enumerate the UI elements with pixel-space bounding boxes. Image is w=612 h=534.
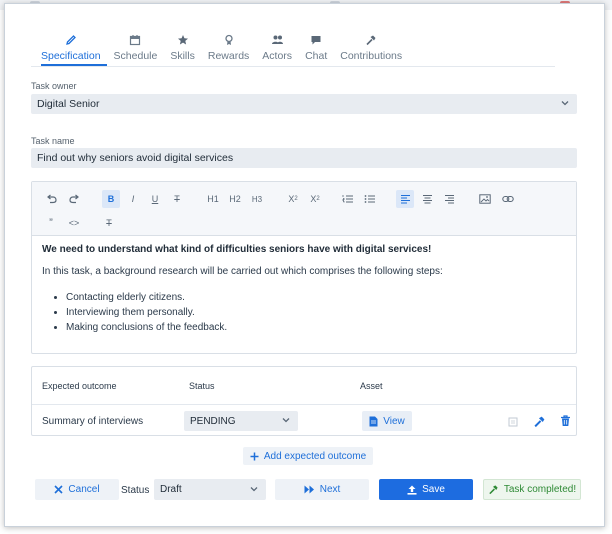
task-owner-value: Digital Senior: [37, 98, 100, 110]
undo-icon[interactable]: [42, 190, 60, 208]
task-name-input[interactable]: Find out why seniors avoid digital servi…: [31, 148, 577, 168]
chevron-down-icon: [280, 414, 292, 429]
heading3-button[interactable]: H3: [248, 190, 266, 208]
task-status-value: Draft: [160, 484, 182, 495]
column-header-asset: Asset: [360, 381, 383, 391]
star-icon: [177, 32, 189, 48]
align-center-icon[interactable]: [418, 190, 436, 208]
column-header-status: Status: [189, 381, 215, 391]
image-icon[interactable]: [476, 190, 494, 208]
award-icon: [223, 32, 235, 48]
tab-bar: Specification Schedule Skills Rewards Ac…: [41, 32, 415, 66]
tab-label: Specification: [41, 50, 101, 62]
divider: [31, 66, 555, 67]
outcome-status-value: PENDING: [190, 415, 236, 427]
upload-file-icon[interactable]: [506, 414, 520, 428]
blockquote-button[interactable]: ”: [42, 214, 60, 232]
next-button[interactable]: Next: [275, 479, 369, 500]
task-status-select[interactable]: Draft: [154, 479, 266, 500]
list-item: Interviewing them personally.: [66, 305, 562, 320]
tab-label: Contributions: [340, 50, 403, 62]
tab-actors[interactable]: Actors: [262, 32, 292, 66]
ordered-list-icon[interactable]: [339, 190, 357, 208]
tab-label: Actors: [262, 50, 293, 62]
fast-forward-icon: [304, 485, 315, 494]
description-lead: We need to understand what kind of diffi…: [42, 244, 432, 255]
trash-icon[interactable]: [558, 414, 572, 428]
next-label: Next: [319, 484, 341, 495]
calendar-icon: [129, 32, 141, 48]
save-label: Save: [422, 484, 445, 495]
view-asset-label: View: [383, 415, 405, 427]
task-completed-label: Task completed!: [503, 484, 577, 495]
tab-schedule[interactable]: Schedule: [113, 32, 158, 66]
task-name-label: Task name: [31, 136, 75, 146]
hammer-icon[interactable]: [532, 414, 546, 428]
align-right-icon[interactable]: [440, 190, 458, 208]
list-item: Contacting elderly citizens.: [66, 290, 562, 305]
users-icon: [271, 32, 284, 48]
document-icon: [369, 416, 378, 427]
heading1-button[interactable]: H1: [204, 190, 222, 208]
code-button[interactable]: <>: [65, 214, 83, 232]
hammer-icon: [488, 484, 499, 495]
chat-icon: [310, 32, 322, 48]
chevron-down-icon: [248, 483, 260, 498]
task-owner-label: Task owner: [31, 81, 77, 91]
tab-label: Chat: [305, 50, 328, 62]
tab-rewards[interactable]: Rewards: [208, 32, 249, 66]
tab-skills[interactable]: Skills: [170, 32, 195, 66]
task-dialog: Specification Schedule Skills Rewards Ac…: [4, 3, 605, 527]
tab-specification[interactable]: Specification: [41, 32, 101, 66]
bold-button[interactable]: B: [102, 190, 120, 208]
clear-format-button[interactable]: T: [100, 214, 118, 232]
link-icon[interactable]: [499, 190, 517, 208]
divider: [32, 404, 576, 405]
superscript-mark: 2: [316, 196, 320, 202]
heading2-button[interactable]: H2: [226, 190, 244, 208]
outcome-status-select[interactable]: PENDING: [184, 411, 298, 431]
underline-button[interactable]: U: [146, 190, 164, 208]
tab-label: Rewards: [207, 50, 250, 62]
superscript-button[interactable]: X2: [306, 190, 324, 208]
editor-content: We need to understand what kind of diffi…: [42, 244, 562, 335]
steps-list: Contacting elderly citizens. Interviewin…: [42, 290, 562, 335]
pencil-icon: [65, 32, 77, 48]
status-label: Status: [121, 485, 150, 496]
description-editor[interactable]: B I U T H1 H2 H3 X2 X2 ” <> T We need to…: [31, 181, 577, 354]
add-expected-outcome-label: Add expected outcome: [263, 450, 367, 462]
save-button[interactable]: Save: [379, 479, 473, 500]
column-header-outcome: Expected outcome: [42, 381, 117, 391]
task-completed-button[interactable]: Task completed!: [483, 479, 581, 500]
redo-icon[interactable]: [65, 190, 83, 208]
plus-icon: [250, 452, 259, 461]
list-item: Making conclusions of the feedback.: [66, 320, 562, 335]
tab-label: Skills: [170, 50, 195, 62]
italic-button[interactable]: I: [124, 190, 142, 208]
upload-icon: [407, 485, 417, 495]
subscript-button[interactable]: X2: [284, 190, 302, 208]
align-left-icon[interactable]: [396, 190, 414, 208]
editor-toolbar: B I U T H1 H2 H3 X2 X2 ” <> T: [32, 182, 576, 236]
cancel-button[interactable]: Cancel: [35, 479, 119, 500]
subscript-mark: 2: [294, 196, 298, 202]
description-paragraph: In this task, a background research will…: [42, 266, 443, 277]
outcome-name: Summary of interviews: [42, 416, 144, 427]
view-asset-button[interactable]: View: [362, 411, 412, 431]
tab-label: Schedule: [113, 50, 158, 62]
tab-chat[interactable]: Chat: [305, 32, 327, 66]
close-icon: [54, 485, 63, 494]
cancel-label: Cancel: [68, 484, 100, 495]
task-name-value: Find out why seniors avoid digital servi…: [37, 152, 234, 164]
expected-outcomes-table: Expected outcome Status Asset Summary of…: [31, 366, 577, 436]
hammer-icon: [365, 32, 377, 48]
strikethrough-button[interactable]: T: [168, 190, 186, 208]
add-expected-outcome-button[interactable]: Add expected outcome: [243, 447, 373, 465]
chevron-down-icon: [559, 97, 571, 112]
bullet-list-icon[interactable]: [361, 190, 379, 208]
task-owner-select[interactable]: Digital Senior: [31, 94, 577, 114]
tab-contributions[interactable]: Contributions: [340, 32, 402, 66]
